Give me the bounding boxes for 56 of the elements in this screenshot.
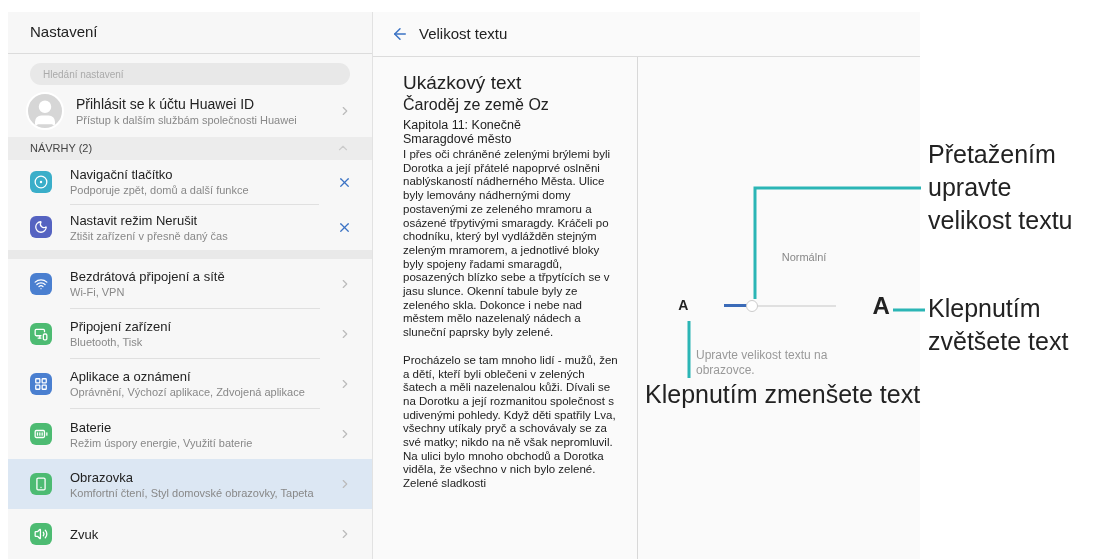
- increase-size-button[interactable]: A: [872, 287, 890, 324]
- callout-label: Přetažením upravte velikost textu: [928, 139, 1074, 236]
- description-text: Upravte velikost textu na obrazovce.: [696, 347, 829, 378]
- item-title: Připojení zařízení: [70, 318, 173, 335]
- settings-item[interactable]: Obrazovka Komfortní čtení, Styl domovské obrazovky, Tapeta: [8, 459, 372, 509]
- chapter-title: Kapitola 11: Konečně Smaragdové město: [403, 118, 522, 146]
- settings-item[interactable]: Bezdrátová připojení a sítě Wi-Fi, VPN: [8, 259, 372, 309]
- search-field[interactable]: Hledání nastavení: [30, 63, 350, 86]
- decrease-size-button[interactable]: A: [678, 295, 689, 316]
- size-value-label: Normální: [781, 250, 827, 265]
- phone-icon: [30, 473, 52, 495]
- item-subtitle: Bluetooth, Tisk: [70, 335, 144, 349]
- account-subtitle: Přístup k dalším službám společnosti Huawei: [76, 112, 298, 127]
- suggestion-title: Nastavit režim Nerušit: [70, 211, 199, 229]
- suggestions-header[interactable]: NÁVRHY (2): [8, 136, 372, 160]
- item-title: Baterie: [70, 418, 113, 436]
- item-subtitle: Režim úspory energie, Využití baterie: [70, 435, 254, 450]
- settings-item[interactable]: Zvuk: [8, 509, 372, 559]
- preview-paragraph: I přes oči chráněné zelenými brýlemi byli Dorotka a její přátelé napoprvé oslněni nablýskaností nádherného Města. Ulice byly lemovány nádhernými domy postavenými ze zeleného mramoru a osázené třpytivými smaragdy. Kráčeli po chodníku, který byl vydlážděn stejným zeleným mramorem, a jednotlivé bloky byly spojeny řadami smaragdů, posazených blízko sebe a třpytících se v jasu slunce. Okenní tabule byly ze zeleného skla. Dokonce i nebe nad městem mělo nazelenalý nádech a sluneční paprsky byly zelené.: [403, 148, 612, 340]
- item-title: Obrazovka: [70, 468, 134, 486]
- battery-icon: [30, 423, 52, 445]
- back-icon[interactable]: [391, 25, 409, 43]
- callout-label: Klepnutím zvětšete text: [928, 293, 1070, 357]
- item-subtitle: Oprávnění, Výchozí aplikace, Zdvojená aplikace: [70, 385, 306, 399]
- item-subtitle: Wi-Fi, VPN: [70, 285, 126, 299]
- avatar-icon: [26, 91, 64, 130]
- account-title: Přihlásit se k účtu Huawei ID: [76, 94, 256, 113]
- devices-icon: [30, 323, 52, 345]
- preview-paragraph: Procházelo se tam mnoho lidí - mužů, žen a dětí, kteří byli oblečeni v zelených šatech a měli nazelenalou kůži. Dívali se na Dorotku a její rozmanitou společnost s udivenými pohledy. Když děti spatřily Lva, všechny utíkaly pryč a schovávaly se za své matky; nikdo na ně však nepromluvil. Na ulici bylo mnoho obchodů a Dorotka viděla, že všechno v nich bylo zelené. Zelené sladkosti: [403, 353, 619, 491]
- leader-line: [893, 308, 925, 312]
- preview-heading: Ukázkový text: [403, 71, 523, 94]
- book-title: Čaroděj ze země Oz: [403, 94, 550, 115]
- item-subtitle: Komfortní čtení, Styl domovské obrazovky, Tapeta: [70, 485, 315, 500]
- settings-item[interactable]: Připojení zařízení Bluetooth, Tisk: [8, 309, 372, 359]
- panel-title: Velikost textu: [419, 23, 508, 44]
- item-title: Bezdrátová připojení a sítě: [70, 268, 226, 285]
- wifi-icon: [30, 273, 52, 295]
- item-title: Zvuk: [70, 525, 100, 543]
- callout-label: Klepnutím zmenšete text: [645, 379, 921, 410]
- speaker-icon: [30, 523, 52, 545]
- leader-line: [687, 321, 691, 378]
- settings-item[interactable]: Baterie Režim úspory energie, Využití baterie: [8, 409, 372, 459]
- slider-thumb[interactable]: [746, 299, 759, 312]
- ring-icon: [30, 171, 52, 194]
- suggestion-subtitle: Podporuje zpět, domů a další funkce: [70, 183, 250, 198]
- suggestion-subtitle: Ztišit zařízení v přesně daný čas: [70, 228, 229, 243]
- section-header: NÁVRHY (2): [30, 140, 93, 156]
- settings-item[interactable]: Aplikace a oznámení Oprávnění, Výchozí aplikace, Zdvojená aplikace: [8, 359, 372, 409]
- account-row[interactable]: Přihlásit se k účtu Huawei ID Přístup k dalším službám společnosti Huawei: [8, 85, 372, 137]
- suggestion-title: Navigační tlačítko: [70, 166, 174, 184]
- grid-icon: [30, 373, 52, 395]
- moon-icon: [30, 216, 52, 239]
- item-title: Aplikace a oznámení: [70, 368, 192, 385]
- panel-title: Nastavení: [30, 22, 98, 42]
- suggestion-row[interactable]: Navigační tlačítko Podporuje zpět, domů a další funkce: [8, 159, 372, 205]
- suggestion-row[interactable]: Nastavit režim Nerušit Ztišit zařízení v přesně daný čas: [8, 204, 372, 250]
